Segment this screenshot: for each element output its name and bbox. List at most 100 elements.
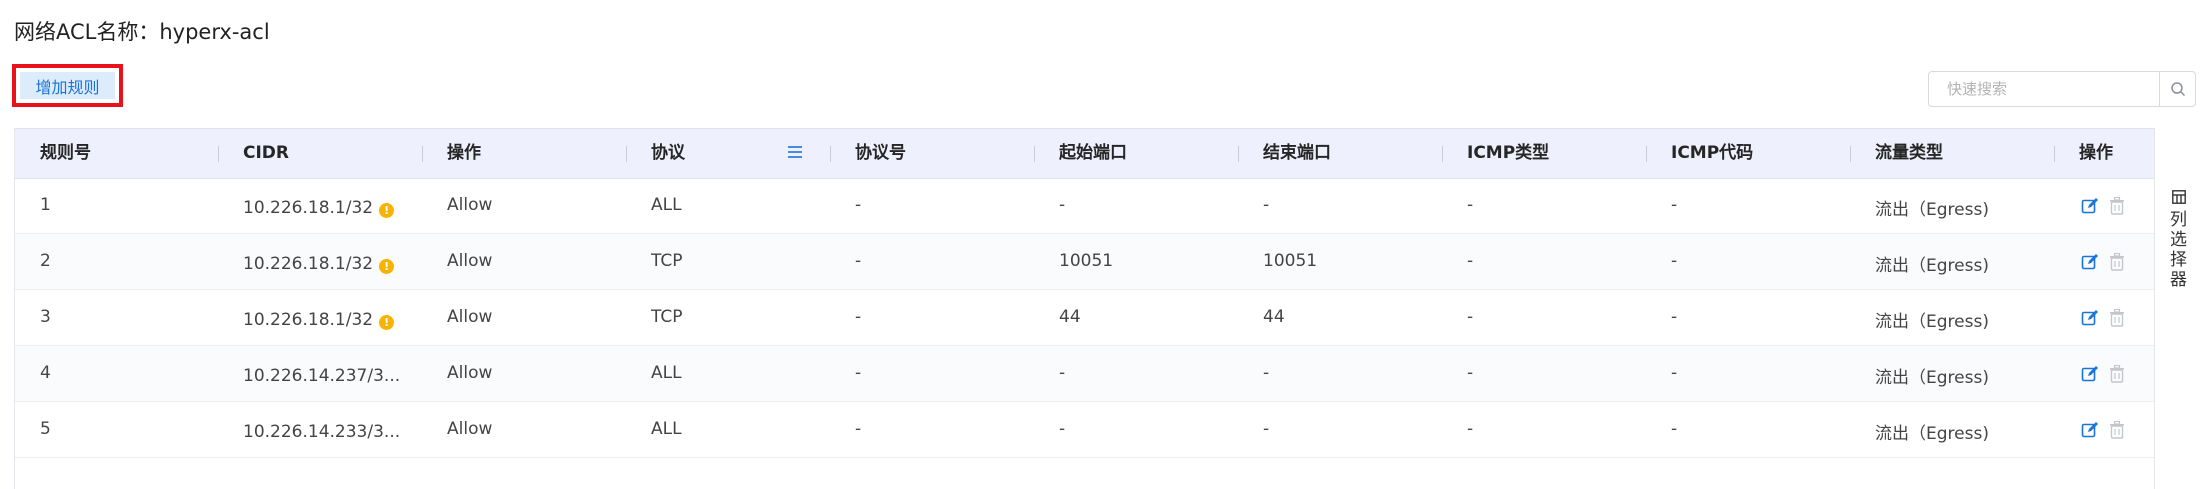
cell-icmp-code: - — [1671, 363, 1678, 383]
cell-icmp-code: - — [1671, 307, 1678, 327]
delete-icon[interactable] — [2109, 253, 2125, 271]
cell-icmp-code: - — [1671, 195, 1678, 215]
cell-end-port: - — [1263, 363, 1270, 383]
col-header-start-port: 起始端口 — [1059, 143, 1127, 163]
cidr-text: 10.226.18.1/32 — [243, 198, 374, 218]
acl-rules-table: 规则号 CIDR 操作 协议 协议号 起始端口 结束端口 ICMP类型 ICMP… — [14, 128, 2154, 489]
warning-icon[interactable]: ! — [379, 259, 395, 274]
cell-start-port: 44 — [1059, 307, 1081, 327]
cell-icmp-code: - — [1671, 419, 1678, 439]
edit-icon[interactable] — [2081, 197, 2099, 215]
search-input[interactable] — [1929, 72, 2159, 106]
cell-traffic-type: 流出（Egress) — [1875, 200, 1989, 220]
table-row[interactable]: 3 10.226.18.1/32! Allow TCP - 44 44 - - … — [15, 290, 2154, 346]
cell-icmp-type: - — [1467, 363, 1474, 383]
cell-icmp-type: - — [1467, 419, 1474, 439]
search-box — [1928, 71, 2196, 107]
col-header-icmp-type: ICMP类型 — [1467, 143, 1550, 163]
cell-protocol-no: - — [855, 251, 862, 271]
cell-action: Allow — [447, 307, 493, 327]
cell-cidr[interactable]: 10.226.14.237/3... — [243, 366, 400, 386]
cell-icmp-type: - — [1467, 307, 1474, 327]
column-resize-handle[interactable] — [1034, 146, 1035, 162]
table-row[interactable]: 4 10.226.14.237/3... Allow ALL - - - - -… — [15, 346, 2154, 402]
edit-icon[interactable] — [2081, 421, 2099, 439]
cell-icmp-type: - — [1467, 251, 1474, 271]
table-row[interactable]: 5 10.226.14.233/3... Allow ALL - - - - -… — [15, 402, 2154, 458]
acl-name-label: 网络ACL名称： — [14, 20, 160, 44]
cidr-text: 10.226.18.1/32 — [243, 310, 374, 330]
search-button[interactable] — [2159, 72, 2195, 106]
edit-icon[interactable] — [2081, 365, 2099, 383]
cell-icmp-type: - — [1467, 195, 1474, 215]
table-header: 规则号 CIDR 操作 协议 协议号 起始端口 结束端口 ICMP类型 ICMP… — [15, 129, 2154, 179]
col-header-operations: 操作 — [2079, 143, 2113, 163]
cell-protocol-no: - — [855, 419, 862, 439]
col-header-protocol: 协议 — [651, 143, 685, 163]
column-resize-handle[interactable] — [1850, 146, 1851, 162]
column-resize-handle[interactable] — [1646, 146, 1647, 162]
delete-icon[interactable] — [2109, 365, 2125, 383]
cell-end-port: - — [1263, 195, 1270, 215]
col-header-action: 操作 — [447, 143, 481, 163]
delete-icon[interactable] — [2109, 421, 2125, 439]
cell-traffic-type: 流出（Egress) — [1875, 368, 1989, 388]
column-resize-handle[interactable] — [626, 146, 627, 162]
warning-icon[interactable]: ! — [379, 315, 395, 330]
cell-start-port: 10051 — [1059, 251, 1114, 271]
edit-icon[interactable] — [2081, 253, 2099, 271]
col-header-traffic-type: 流量类型 — [1875, 143, 1943, 163]
add-rule-button[interactable]: 增加规则 — [20, 72, 115, 99]
cell-rule-no: 5 — [40, 419, 51, 439]
col-header-icmp-code: ICMP代码 — [1671, 143, 1754, 163]
cell-traffic-type: 流出（Egress) — [1875, 312, 1989, 332]
cell-rule-no: 1 — [40, 195, 51, 215]
cell-end-port: 44 — [1263, 307, 1285, 327]
cell-action: Allow — [447, 363, 493, 383]
col-header-protocol-no: 协议号 — [855, 143, 906, 163]
cell-start-port: - — [1059, 363, 1066, 383]
column-chooser-panel[interactable]: 列选择器 — [2154, 128, 2203, 489]
warning-icon[interactable]: ! — [379, 203, 395, 218]
acl-name-value: hyperx-acl — [159, 20, 270, 44]
cell-action: Allow — [447, 195, 493, 215]
column-resize-handle[interactable] — [1238, 146, 1239, 162]
cell-protocol: ALL — [651, 195, 682, 215]
cell-rule-no: 3 — [40, 307, 51, 327]
cell-start-port: - — [1059, 195, 1066, 215]
table-row[interactable]: 2 10.226.18.1/32! Allow TCP - 10051 1005… — [15, 234, 2154, 290]
column-resize-handle[interactable] — [1442, 146, 1443, 162]
cell-action: Allow — [447, 419, 493, 439]
cell-icmp-code: - — [1671, 251, 1678, 271]
cell-traffic-type: 流出（Egress) — [1875, 256, 1989, 276]
add-rule-highlight: 增加规则 — [12, 64, 123, 107]
delete-icon[interactable] — [2109, 197, 2125, 215]
table-row[interactable]: 1 10.226.18.1/32! Allow ALL - - - - - 流出… — [15, 178, 2154, 234]
cell-start-port: - — [1059, 419, 1066, 439]
cell-end-port: 10051 — [1263, 251, 1318, 271]
cidr-text: 10.226.18.1/32 — [243, 254, 374, 274]
page-title: 网络ACL名称：hyperx-acl — [14, 16, 270, 46]
cell-cidr: 10.226.18.1/32! — [243, 198, 395, 218]
search-icon — [2170, 82, 2185, 97]
cell-protocol-no: - — [855, 363, 862, 383]
col-header-cidr: CIDR — [243, 143, 290, 163]
cell-protocol: TCP — [651, 307, 683, 327]
cell-end-port: - — [1263, 419, 1270, 439]
filter-icon[interactable] — [787, 144, 803, 160]
cell-cidr: 10.226.18.1/32! — [243, 310, 395, 330]
col-header-rule-no: 规则号 — [40, 143, 91, 163]
cell-rule-no: 4 — [40, 363, 51, 383]
cell-action: Allow — [447, 251, 493, 271]
cell-protocol-no: - — [855, 195, 862, 215]
cell-protocol-no: - — [855, 307, 862, 327]
cell-protocol: ALL — [651, 419, 682, 439]
edit-icon[interactable] — [2081, 309, 2099, 327]
cell-cidr[interactable]: 10.226.14.233/3... — [243, 422, 400, 442]
column-chooser-label[interactable]: 列选择器 — [2170, 210, 2188, 290]
column-resize-handle[interactable] — [830, 146, 831, 162]
column-resize-handle[interactable] — [2054, 146, 2055, 162]
delete-icon[interactable] — [2109, 309, 2125, 327]
column-resize-handle[interactable] — [422, 146, 423, 162]
column-resize-handle[interactable] — [218, 146, 219, 162]
